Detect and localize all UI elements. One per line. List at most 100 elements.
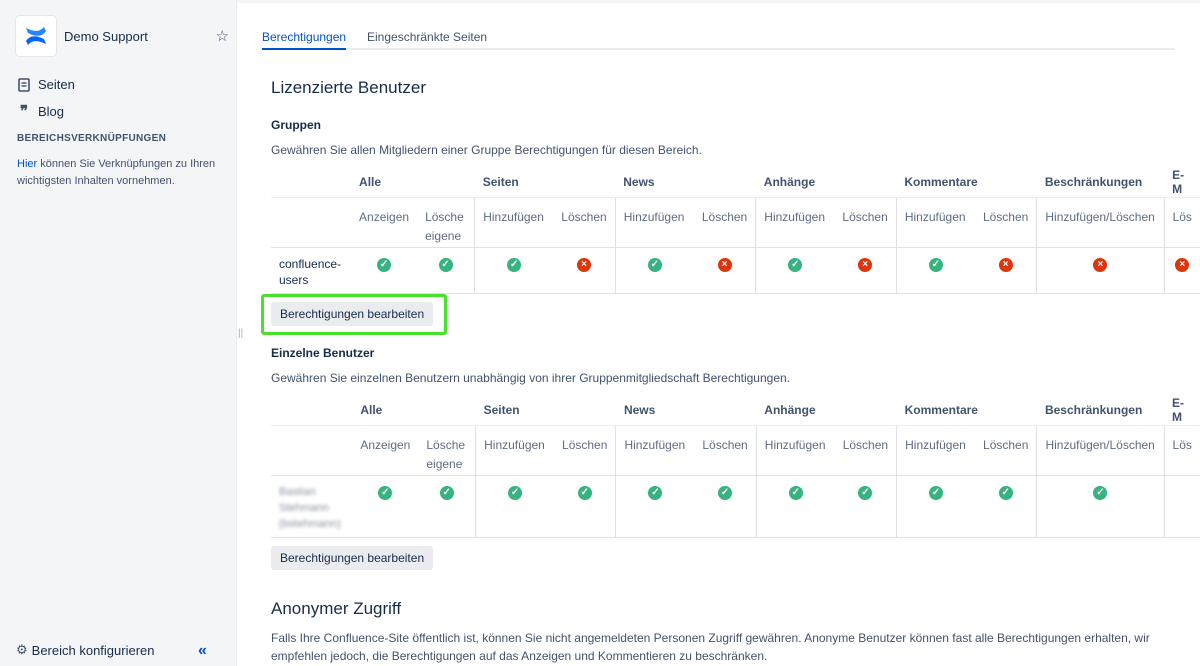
column-group-header: Kommentare	[896, 395, 1037, 426]
edit-button-highlight	[261, 294, 447, 335]
individual-users-description: Gewähren Sie einzelnen Benutzern unabhän…	[271, 371, 791, 385]
permission-cell: ×	[693, 247, 756, 294]
check-icon: ✓	[718, 485, 733, 500]
column-header: Lösche eigene	[418, 425, 476, 476]
sidebar-resize-handle[interactable]: ||	[238, 328, 243, 339]
permission-cell: ✓	[896, 475, 976, 538]
cross-icon: ×	[577, 257, 592, 272]
check-icon: ✓	[647, 257, 662, 272]
shortcuts-section-title: BEREICHSVERKNÜPFUNGEN	[17, 133, 167, 144]
edit-user-permissions-button[interactable]: Berechtigungen bearbeiten	[271, 546, 434, 570]
table-header-row: Alle Seiten News Anhänge Kommentare Besc…	[271, 167, 1200, 198]
permission-cell: ×	[1163, 247, 1200, 294]
column-header: Hinzufügen/Löschen	[1036, 197, 1165, 248]
column-header: Hinzufügen	[475, 425, 555, 476]
column-header: Lösche eigene	[417, 197, 475, 248]
column-group-header: Seiten	[474, 167, 616, 198]
space-header[interactable]: Demo Support ☆	[16, 16, 229, 56]
cross-icon: ×	[858, 257, 873, 272]
permission-cell: ✓	[834, 475, 897, 538]
permission-cell: ✓	[1036, 475, 1165, 538]
sidebar-item-blog[interactable]: ❞ Blog	[16, 102, 64, 120]
sidebar-item-label: Seiten	[38, 77, 75, 92]
column-header: Löschen	[974, 197, 1037, 248]
permission-cell: ✓	[755, 247, 835, 294]
column-header: Anzeigen	[351, 197, 418, 248]
tab-restricted-pages[interactable]: Eingeschränkte Seiten	[367, 30, 487, 50]
column-group-header: Seiten	[475, 395, 616, 426]
table-row: Bastian Stehmann (bstehmann) ✓ ✓ ✓ ✓ ✓ ✓ ✓ ✓ ✓ ✓ ✓	[271, 475, 1200, 538]
cross-icon: ×	[1093, 257, 1108, 272]
users-permissions-table: Alle Seiten News Anhänge Kommentare Besc…	[271, 395, 1200, 538]
column-group-header: Alle	[352, 395, 476, 426]
star-icon[interactable]: ☆	[216, 27, 229, 45]
anonymous-access-description: Falls Ihre Confluence-Site öffentlich is…	[271, 631, 1150, 663]
check-icon: ✓	[439, 485, 454, 500]
configure-space-button[interactable]: ⚙ Bereich konfigurieren	[16, 642, 155, 658]
column-group-header: Alle	[351, 167, 475, 198]
group-name-line: users	[279, 272, 309, 287]
column-header: Hinzufügen	[755, 425, 835, 476]
permission-cell: ✓	[694, 475, 757, 538]
user-username: (bstehmann)	[279, 517, 341, 530]
column-header: Löschen	[834, 197, 897, 248]
collapse-sidebar-icon[interactable]: «	[198, 642, 207, 660]
column-header: Löschen	[834, 425, 897, 476]
individual-users-heading: Einzelne Benutzer	[271, 346, 375, 360]
permission-cell: ✓	[615, 475, 695, 538]
permission-cell: ✓	[614, 247, 694, 294]
column-group-header: Beschränkungen	[1036, 167, 1165, 198]
cross-icon: ×	[998, 257, 1013, 272]
permission-cell: ✓	[418, 475, 476, 538]
tab-bar: Berechtigungen Eingeschränkte Seiten	[262, 30, 1175, 50]
column-group-header: Anhänge	[756, 395, 897, 426]
confluence-logo-icon	[16, 16, 56, 56]
column-group-header: Kommentare	[896, 167, 1037, 198]
user-name: Bastian Stehmann (bstehmann)	[271, 475, 353, 538]
tab-permissions[interactable]: Berechtigungen	[262, 30, 347, 50]
user-name-line: Stehmann	[279, 501, 330, 514]
permission-cell: ×	[974, 247, 1037, 294]
column-header: Hinzufügen/Löschen	[1036, 425, 1165, 476]
column-header: Löschen	[975, 425, 1037, 476]
column-header: Hinzufügen	[474, 197, 554, 248]
shortcuts-link[interactable]: Hier	[17, 158, 37, 170]
licensed-users-heading: Lizenzierte Benutzer	[271, 78, 426, 97]
user-name-line: Bastian	[279, 485, 316, 498]
permission-cell: ✓	[554, 475, 616, 538]
groups-permissions-table: Alle Seiten News Anhänge Kommentare Besc…	[271, 167, 1200, 294]
check-icon: ✓	[1093, 485, 1108, 500]
check-icon: ✓	[928, 257, 943, 272]
permission-cell: ✓	[975, 475, 1037, 538]
gear-icon: ⚙	[16, 642, 28, 657]
space-name[interactable]: Demo Support	[64, 29, 216, 44]
column-header: Lös	[1163, 197, 1200, 248]
group-name: confluence- users	[271, 247, 352, 294]
sidebar-item-pages[interactable]: Seiten	[16, 77, 75, 92]
permission-cell: ✓	[895, 247, 975, 294]
anonymous-access-heading: Anonymer Zugriff	[271, 599, 402, 618]
check-icon: ✓	[648, 485, 663, 500]
check-icon: ✓	[858, 485, 873, 500]
groups-description: Gewähren Sie allen Mitgliedern einer Gru…	[271, 143, 702, 157]
permission-cell	[1163, 475, 1200, 538]
page-icon	[16, 77, 32, 92]
shortcuts-hint: Hier können Sie Verknüpfungen zu Ihren w…	[17, 156, 222, 190]
check-icon: ✓	[508, 485, 523, 500]
column-header: Löschen	[693, 197, 756, 248]
column-header: Lös	[1163, 425, 1200, 476]
permission-cell: ✓	[475, 475, 555, 538]
permission-cell: ×	[834, 247, 897, 294]
quote-icon: ❞	[19, 103, 29, 120]
groups-heading: Gruppen	[271, 118, 321, 132]
column-header: Löschen	[553, 197, 616, 248]
table-subheader-row: Anzeigen Lösche eigene Hinzufügen Lösche…	[271, 425, 1200, 476]
check-icon: ✓	[577, 485, 592, 500]
column-group-header: Anhänge	[755, 167, 897, 198]
permission-cell: ✓	[417, 247, 475, 294]
check-icon: ✓	[438, 257, 453, 272]
column-header: Hinzufügen	[895, 197, 975, 248]
column-header: Hinzufügen	[896, 425, 976, 476]
column-group-header: News	[615, 167, 756, 198]
column-header: Hinzufügen	[614, 197, 694, 248]
